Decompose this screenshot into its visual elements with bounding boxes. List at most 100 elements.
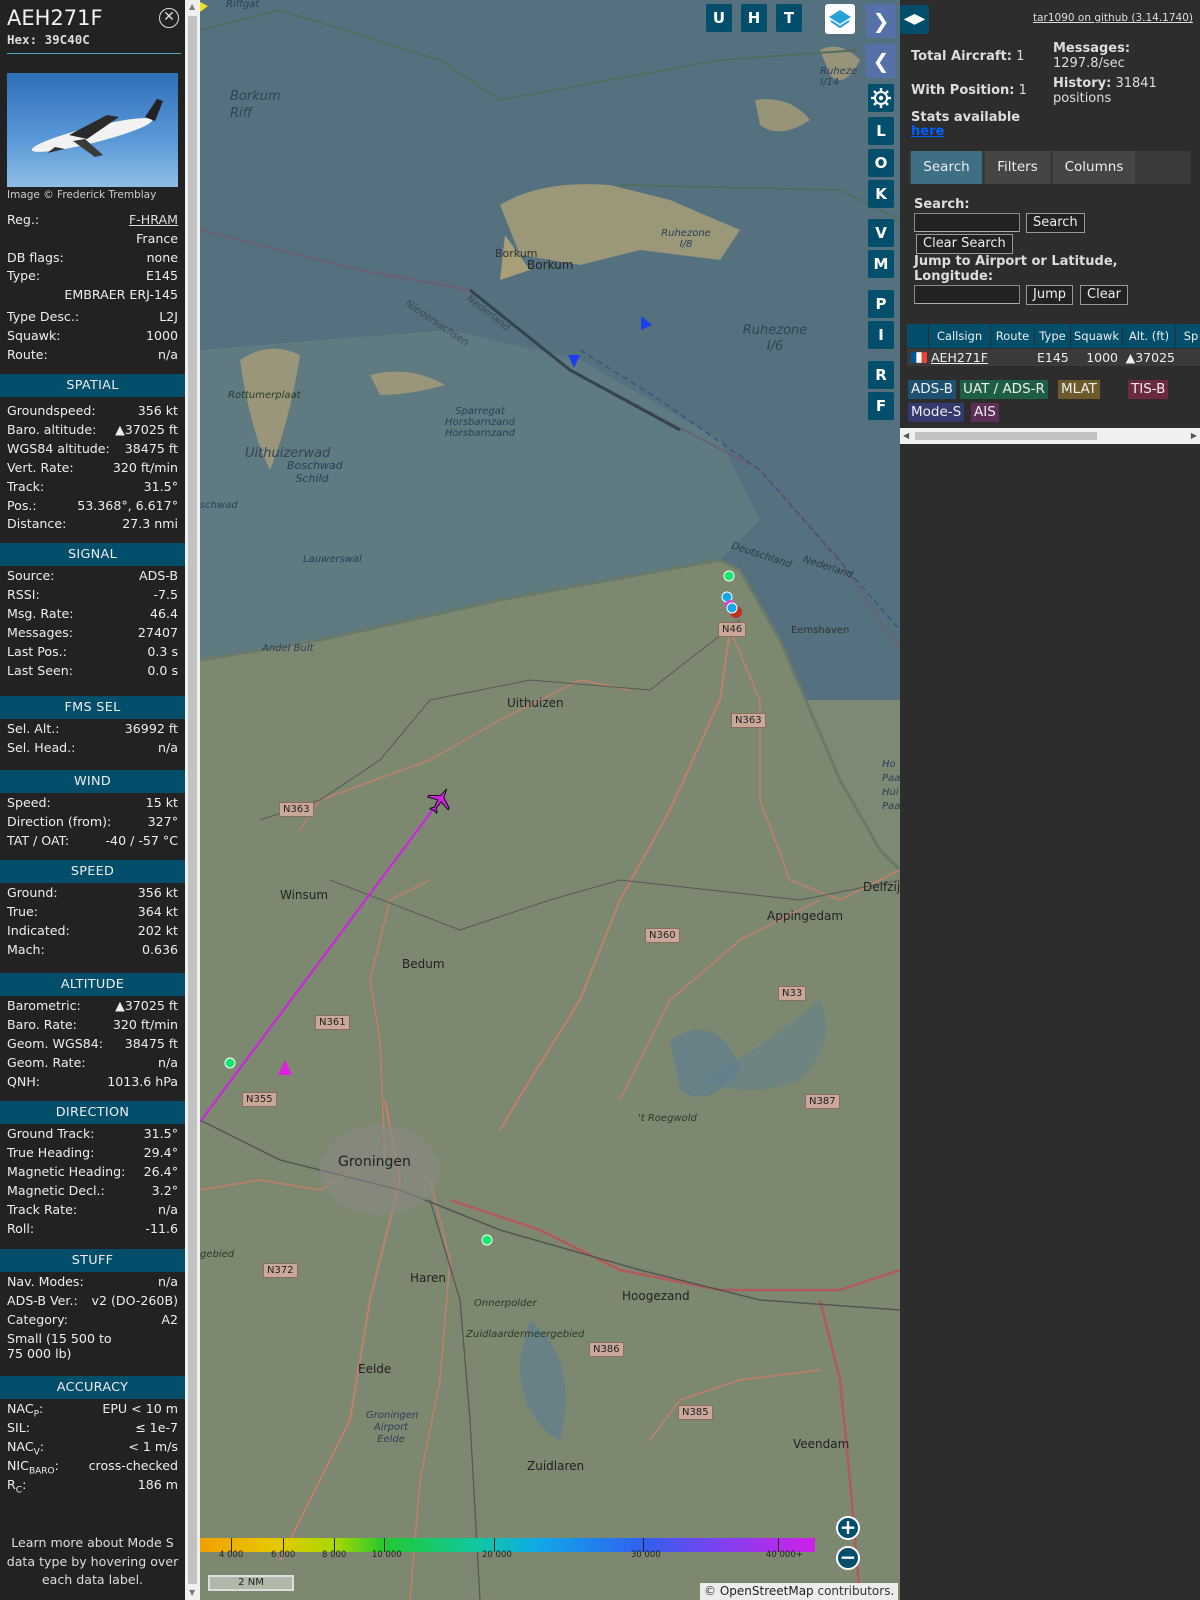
speed-label[interactable]: True: [7, 904, 38, 919]
toggle-r-button[interactable]: R [868, 361, 894, 389]
stats-link[interactable]: here [911, 124, 944, 139]
zoom-in-button[interactable]: + [836, 1516, 860, 1540]
speed-label[interactable]: Ground: [7, 885, 58, 900]
table-header-route[interactable]: Route [991, 324, 1034, 348]
github-link[interactable]: tar1090 on github (3.14.1740) [1033, 12, 1193, 24]
table-header-callsign[interactable]: Callsign [929, 324, 990, 348]
spatial-label[interactable]: WGS84 altitude: [7, 441, 110, 456]
scroll-thumb[interactable] [915, 432, 1097, 440]
spatial-label[interactable]: Distance: [7, 516, 66, 531]
toggle-p-button[interactable]: P [868, 290, 894, 318]
legend-chip[interactable]: ADS-B [908, 380, 956, 399]
toggle-i-button[interactable]: I [868, 321, 894, 349]
altitude-label[interactable]: QNH: [7, 1074, 40, 1089]
toggle-sidebar-button[interactable]: ◀▶ [900, 5, 929, 34]
tab-filters[interactable]: Filters [985, 151, 1050, 184]
direction-label[interactable]: Roll: [7, 1221, 34, 1236]
search-button[interactable]: Search [1026, 213, 1085, 233]
jump-button[interactable]: Jump [1026, 285, 1073, 305]
table-header-altitude[interactable]: Alt. (ft) [1123, 324, 1175, 348]
close-icon[interactable]: ✕ [159, 8, 179, 28]
accuracy-label[interactable]: SIL: [7, 1420, 30, 1435]
toggle-h-button[interactable]: H [741, 4, 767, 32]
stuff-label[interactable]: Category: [7, 1312, 68, 1327]
accuracy-label[interactable]: RC: [7, 1477, 26, 1496]
altitude-label[interactable]: Geom. Rate: [7, 1055, 86, 1070]
layers-button[interactable] [825, 4, 855, 34]
toggle-u-button[interactable]: U [706, 4, 732, 32]
osm-link[interactable]: OpenStreetMap [720, 1584, 814, 1598]
row-callsign[interactable]: AEH271F [931, 349, 988, 366]
toggle-v-button[interactable]: V [868, 219, 894, 247]
section-header-direction: DIRECTION [0, 1101, 185, 1124]
table-header-squawk[interactable]: Squawk [1071, 324, 1122, 348]
altitude-label[interactable]: Barometric: [7, 998, 81, 1013]
fms-label[interactable]: Sel. Alt.: [7, 721, 60, 736]
legend-chip[interactable]: UAT / ADS-R [960, 380, 1048, 399]
wind-label[interactable]: Speed: [7, 795, 51, 810]
table-horizontal-scrollbar[interactable]: ◀ ▶ [900, 428, 1200, 444]
accuracy-label[interactable]: NACV: [7, 1439, 44, 1458]
settings-button[interactable] [868, 84, 894, 112]
aircraft-photo[interactable] [7, 73, 178, 187]
scroll-right-icon[interactable]: ▶ [1191, 431, 1197, 440]
scroll-down-icon[interactable]: ▼ [189, 1588, 195, 1597]
toggle-f-button[interactable]: F [868, 392, 894, 420]
search-input[interactable] [914, 213, 1020, 232]
tab-columns[interactable]: Columns [1053, 151, 1135, 184]
scroll-thumb[interactable] [188, 16, 197, 1584]
fms-label[interactable]: Sel. Head.: [7, 740, 75, 755]
info-panel-scrollbar[interactable]: ▲ ▼ [185, 0, 200, 1600]
accuracy-label[interactable]: NACP: [7, 1401, 43, 1420]
direction-label[interactable]: Ground Track: [7, 1126, 95, 1141]
wind-label[interactable]: Direction (from): [7, 814, 111, 829]
signal-label[interactable]: Msg. Rate: [7, 606, 74, 621]
direction-label[interactable]: True Heading: [7, 1145, 94, 1160]
spatial-label[interactable]: Groundspeed: [7, 403, 96, 418]
back-button[interactable]: ❮ [866, 44, 896, 78]
map[interactable]: Riffgat Borkum Riff Borkum Borkum Ruhezo… [200, 0, 900, 1600]
toggle-o-button[interactable]: O [868, 149, 894, 177]
stuff-label[interactable]: ADS-B Ver.: [7, 1293, 78, 1308]
spatial-label[interactable]: Pos.: [7, 498, 37, 513]
accuracy-label[interactable]: NICBARO: [7, 1458, 59, 1477]
toggle-l-button[interactable]: L [868, 117, 894, 145]
signal-label[interactable]: Last Pos.: [7, 644, 67, 659]
speed-label[interactable]: Indicated: [7, 923, 70, 938]
legend-chip[interactable]: AIS [971, 403, 999, 422]
jump-input[interactable] [914, 285, 1020, 304]
legend-chip[interactable]: Mode-S [908, 403, 965, 422]
legend-chip[interactable]: MLAT [1058, 380, 1100, 399]
table-header-type[interactable]: Type [1035, 324, 1070, 348]
direction-label[interactable]: Magnetic Heading: [7, 1164, 125, 1179]
legend-chip[interactable]: TIS-B [1128, 380, 1169, 399]
toggle-k-button[interactable]: K [868, 180, 894, 208]
spatial-label[interactable]: Baro. altitude: [7, 422, 96, 437]
scroll-left-icon[interactable]: ◀ [903, 431, 909, 440]
scroll-up-icon[interactable]: ▲ [189, 2, 195, 11]
spatial-label[interactable]: Track: [7, 479, 44, 494]
direction-label[interactable]: Track Rate: [7, 1202, 77, 1217]
toggle-m-button[interactable]: M [868, 250, 894, 278]
speed-row: Mach: 0.636 [7, 942, 178, 958]
signal-label[interactable]: RSSI: [7, 587, 40, 602]
speed-label[interactable]: Mach: [7, 942, 45, 957]
altitude-label[interactable]: Baro. Rate: [7, 1017, 77, 1032]
signal-label[interactable]: Messages: [7, 625, 73, 640]
spatial-label[interactable]: Vert. Rate: [7, 460, 74, 475]
forward-button[interactable]: ❯ [866, 4, 896, 38]
signal-label[interactable]: Source: [7, 568, 55, 583]
clear-search-button[interactable]: Clear Search [916, 234, 1013, 254]
wind-label[interactable]: TAT / OAT: [7, 833, 69, 848]
direction-label[interactable]: Magnetic Decl.: [7, 1183, 105, 1198]
reg-link[interactable]: F-HRAM [129, 212, 178, 227]
stuff-label[interactable]: Nav. Modes: [7, 1274, 84, 1289]
toggle-t-button[interactable]: T [776, 4, 802, 32]
tab-search[interactable]: Search [911, 151, 982, 184]
info-callsign: AEH271F [7, 6, 103, 30]
table-header-speed[interactable]: Sp [1176, 324, 1200, 348]
zoom-out-button[interactable]: − [836, 1546, 860, 1570]
altitude-label[interactable]: Geom. WGS84: [7, 1036, 103, 1051]
clear-button[interactable]: Clear [1080, 285, 1128, 305]
signal-label[interactable]: Last Seen: [7, 663, 73, 678]
